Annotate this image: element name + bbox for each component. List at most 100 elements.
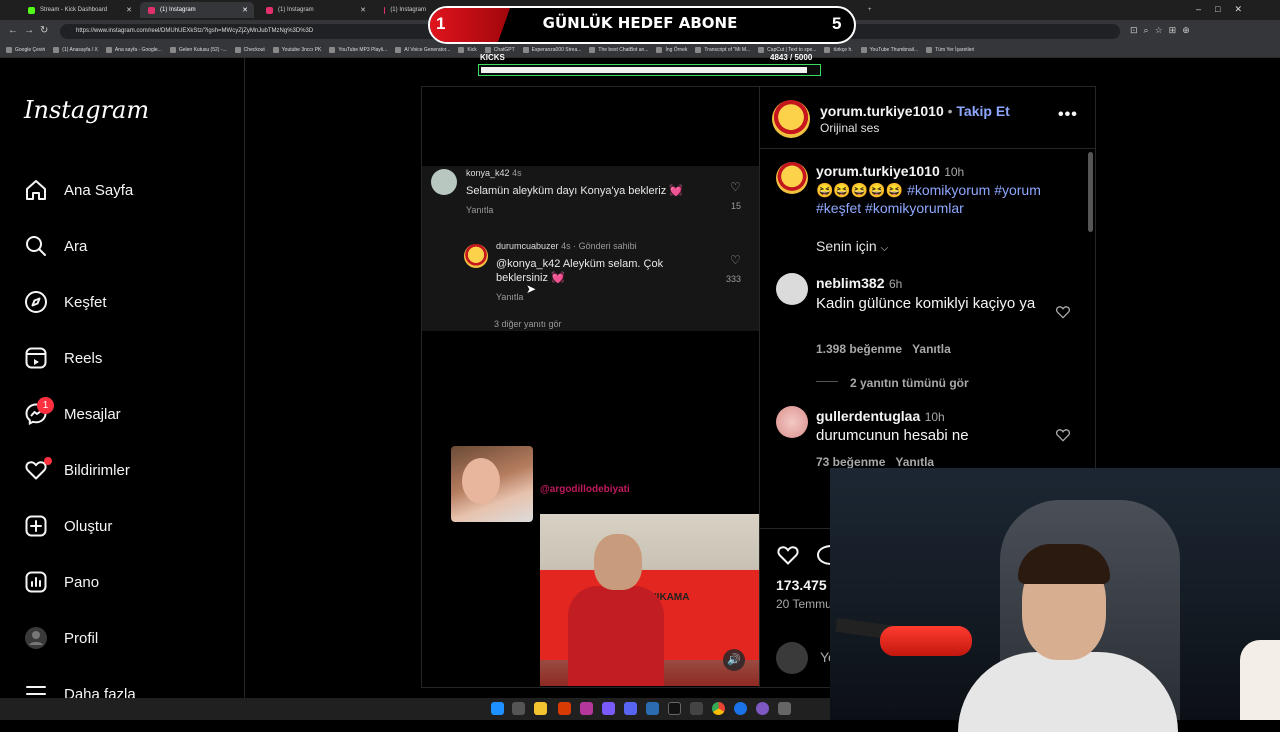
commenter-avatar[interactable] bbox=[776, 273, 808, 305]
comments-scrollbar[interactable] bbox=[1088, 152, 1093, 232]
bookmark-label: AI Voice Generator... bbox=[404, 47, 451, 53]
bookmark-item[interactable]: türkçe h. bbox=[824, 47, 853, 53]
comment-reply-button[interactable]: Yanıtla bbox=[895, 455, 934, 469]
browser-tab[interactable]: Stream - Kick Dashboard ✕ bbox=[20, 2, 138, 18]
app-icon[interactable] bbox=[602, 702, 615, 715]
nav-profile[interactable]: Profil bbox=[24, 626, 98, 650]
reply-text: @konya_k42 Aleyküm selam. Çok beklersini… bbox=[496, 258, 664, 284]
new-tab-button[interactable]: + bbox=[860, 2, 876, 18]
comment-like-icon[interactable] bbox=[1055, 304, 1071, 320]
nav-dashboard[interactable]: Pano bbox=[24, 570, 99, 594]
nav-label: Reels bbox=[64, 349, 103, 367]
bookmark-favicon-icon bbox=[522, 47, 529, 53]
audio-toggle-icon[interactable]: 🔊 bbox=[723, 649, 745, 671]
sort-label: Senin için bbox=[816, 238, 877, 254]
bookmark-favicon-icon bbox=[824, 47, 831, 53]
tab-close-icon[interactable]: ✕ bbox=[360, 6, 366, 14]
windows-start-icon[interactable] bbox=[491, 702, 504, 715]
audio-label[interactable]: Orijinal ses bbox=[820, 121, 879, 135]
browser-tab[interactable]: (1) Instagram ✕ bbox=[258, 2, 372, 18]
caption-user[interactable]: yorum.turkiye1010 bbox=[816, 163, 940, 179]
instagram-logo[interactable]: Instagram bbox=[24, 96, 149, 124]
comment-user[interactable]: neblim382 bbox=[816, 275, 884, 291]
bookmark-item[interactable]: YouTube MP3 Playli... bbox=[329, 47, 387, 53]
comment-likes[interactable]: 1.398 beğenme bbox=[816, 342, 902, 356]
file-explorer-icon[interactable] bbox=[534, 702, 547, 715]
bookmark-favicon-icon bbox=[589, 47, 596, 53]
nav-explore[interactable]: Keşfet bbox=[24, 290, 107, 314]
bookmark-favicon-icon bbox=[926, 47, 933, 53]
comment-time: 10h bbox=[924, 410, 945, 424]
tab-close-icon[interactable]: ✕ bbox=[126, 6, 132, 14]
bookmark-item[interactable]: İng Örnek bbox=[656, 47, 687, 53]
discord-icon[interactable] bbox=[624, 702, 637, 715]
actions-divider bbox=[760, 528, 836, 529]
bookmark-label: Youtube 3nccı PK bbox=[281, 47, 322, 53]
app-icon[interactable] bbox=[558, 702, 571, 715]
app-icon[interactable] bbox=[580, 702, 593, 715]
nav-create[interactable]: Oluştur bbox=[24, 514, 112, 538]
browser-tab[interactable]: (1) Instagram bbox=[376, 2, 426, 18]
app-icon[interactable] bbox=[646, 702, 659, 715]
kicks-label: KICKS bbox=[480, 53, 505, 62]
like-icon[interactable] bbox=[776, 543, 800, 567]
bookmark-item[interactable]: Ana sayfa - Google... bbox=[105, 47, 162, 53]
bookmark-item[interactable]: AI Voice Generator... bbox=[395, 47, 450, 53]
reel-watermark-handle: @argodillodebiyati bbox=[540, 484, 630, 495]
commenter-avatar[interactable] bbox=[776, 406, 808, 438]
toolbar-icons[interactable]: ⊡⌕☆⊞⊕ bbox=[1130, 25, 1196, 36]
comment-like-icon[interactable] bbox=[1055, 427, 1071, 443]
nav-notifications[interactable]: Bildirimler bbox=[24, 458, 130, 482]
bookmark-item[interactable]: Esperanza000 Strea... bbox=[522, 47, 581, 53]
bookmark-item[interactable]: The best ChatBot an... bbox=[589, 47, 648, 53]
bookmark-label: İng Örnek bbox=[665, 47, 688, 53]
comment-reply-button[interactable]: Yanıtla bbox=[912, 342, 951, 356]
nav-label: Profil bbox=[64, 629, 99, 647]
author-name[interactable]: yorum.turkiye1010 bbox=[820, 103, 944, 119]
app-icon[interactable] bbox=[756, 702, 769, 715]
chevron-down-icon: ⌵ bbox=[880, 243, 889, 254]
nav-home[interactable]: Ana Sayfa bbox=[24, 178, 133, 202]
bookmark-favicon-icon bbox=[105, 47, 112, 53]
more-options-icon[interactable]: ••• bbox=[1058, 106, 1078, 124]
task-view-icon[interactable] bbox=[512, 702, 525, 715]
caption-avatar[interactable] bbox=[776, 162, 808, 194]
author-avatar[interactable] bbox=[772, 100, 810, 138]
bookmark-item[interactable]: YouTube Thumbnail... bbox=[860, 47, 918, 53]
comment-likes[interactable]: 73 beğenme bbox=[816, 455, 885, 469]
reels-icon bbox=[25, 347, 47, 369]
bookmark-label: türkçe h. bbox=[833, 47, 853, 53]
app-icon[interactable] bbox=[778, 702, 791, 715]
bookmark-item[interactable]: Youtube 3nccı PK bbox=[272, 47, 322, 53]
nav-buttons[interactable]: ←→↻ bbox=[8, 25, 54, 36]
app-icon[interactable] bbox=[734, 702, 747, 715]
reply-reply: Yanıtla bbox=[496, 292, 524, 302]
window-controls[interactable]: –□✕ bbox=[1196, 4, 1256, 15]
bookmark-item[interactable]: Tüm Yer İşaretleri bbox=[926, 47, 974, 53]
bookmark-item[interactable]: Kick bbox=[458, 47, 477, 53]
comment-user[interactable]: gullerdentuglaa bbox=[816, 408, 920, 424]
view-replies-link[interactable]: 2 yanıtın tümünü gör bbox=[850, 376, 969, 390]
bookmark-item[interactable]: Transcript of "Mi M... bbox=[695, 47, 750, 53]
tiktok-icon[interactable] bbox=[668, 702, 681, 715]
bookmark-label: YouTube MP3 Playli... bbox=[338, 47, 388, 53]
follow-button[interactable]: Takip Et bbox=[956, 103, 1009, 119]
bookmark-item[interactable]: Gelen Kutusu (52) -... bbox=[169, 47, 227, 53]
header-divider bbox=[760, 148, 1096, 149]
bookmark-item[interactable]: Checkout bbox=[234, 47, 265, 53]
bookmark-item[interactable]: (1) Anasayfa / X bbox=[53, 47, 98, 53]
nav-search[interactable]: Ara bbox=[24, 234, 87, 258]
instagram-favicon-icon bbox=[266, 6, 273, 14]
nav-reels[interactable]: Reels bbox=[24, 346, 102, 370]
reply-heart-icon: ♡ bbox=[730, 253, 741, 267]
app-icon[interactable] bbox=[690, 702, 703, 715]
tab-close-icon[interactable]: ✕ bbox=[242, 6, 248, 14]
bookmark-favicon-icon bbox=[169, 47, 176, 53]
sort-dropdown[interactable]: Senin için ⌵ bbox=[816, 238, 888, 254]
browser-tab-active[interactable]: (1) Instagram ✕ bbox=[140, 2, 254, 18]
comment-text: Kadin gülünce komiklyi kaçiyo ya bbox=[816, 295, 1036, 312]
bookmark-item[interactable]: Google Çeviri bbox=[6, 47, 45, 53]
reply-user: durumcuabuzer bbox=[496, 241, 559, 251]
chrome-icon[interactable] bbox=[712, 702, 725, 715]
bookmark-label: The best ChatBot an... bbox=[598, 47, 649, 53]
